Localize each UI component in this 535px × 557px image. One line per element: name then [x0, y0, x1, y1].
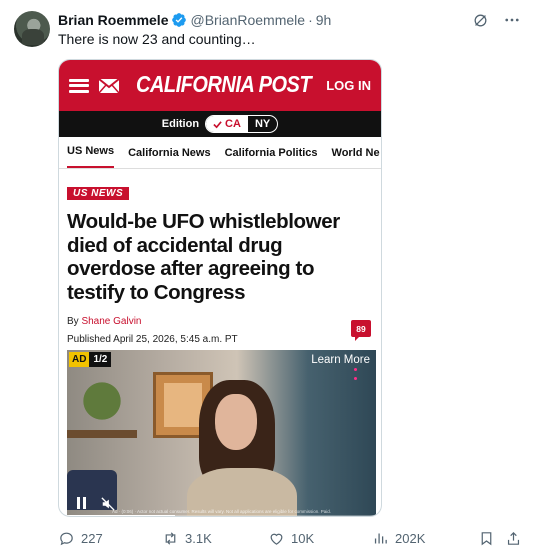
timestamp[interactable]: 9h	[316, 12, 332, 28]
section-tag: US NEWS	[67, 187, 130, 200]
ad-counter: 1/2	[89, 352, 112, 367]
ad-progress-fill	[67, 515, 176, 516]
edition-ca-label: CA	[225, 118, 241, 130]
reply-button[interactable]: 227	[58, 528, 103, 548]
site-logo: CALIFORNIA POST	[136, 72, 312, 98]
login-link: LOG IN	[326, 78, 371, 93]
reply-icon	[60, 532, 73, 545]
tweet-header: Brian Roemmele @BrianRoemmele · 9h	[58, 11, 521, 29]
views-icon	[374, 533, 387, 543]
edition-toggle: CA NY	[205, 115, 279, 133]
byline-prefix: By	[67, 316, 79, 327]
site-header: CALIFORNIA POST LOG IN	[59, 60, 381, 111]
ad-progress-bar	[67, 515, 376, 516]
ad-label: AD 1/2	[69, 352, 112, 367]
avatar[interactable]	[14, 11, 50, 47]
nav-item-world-news: World Ne	[331, 146, 380, 159]
share-icon	[507, 531, 520, 545]
retweet-count: 3.1K	[185, 530, 212, 546]
ad-scene-plant	[73, 372, 131, 430]
edition-option-ny: NY	[254, 118, 271, 130]
comment-count-badge: 89	[351, 320, 371, 341]
edition-label: Edition	[161, 118, 200, 130]
bookmark-icon	[481, 531, 492, 545]
ad-scene-shelf	[67, 430, 137, 438]
like-icon	[270, 533, 283, 545]
retweet-button[interactable]: 3.1K	[162, 528, 212, 548]
like-count: 10K	[291, 530, 315, 546]
check-icon	[213, 120, 222, 128]
reply-count: 227	[81, 530, 103, 546]
byline-author: Shane Galvin	[81, 316, 142, 327]
views-count: 202K	[395, 530, 426, 546]
retweet-icon	[165, 531, 176, 545]
nav-item-us-news: US News	[67, 137, 115, 168]
tweet-text: There is now 23 and counting…	[58, 31, 256, 47]
ad-scene-person	[187, 380, 297, 516]
nav-item-california-news: California News	[128, 146, 211, 159]
tweet-actions: 227 3.1K 10K 202K	[58, 528, 523, 548]
site-nav: US News California News California Polit…	[59, 137, 381, 169]
ad-tag: AD	[69, 352, 90, 367]
author-handle[interactable]: @BrianRoemmele	[190, 12, 305, 28]
mail-icon	[98, 77, 120, 93]
edition-bar: Edition CA NY	[59, 111, 381, 137]
author-name[interactable]: Brian Roemmele	[58, 12, 168, 28]
more-icon[interactable]	[503, 11, 521, 29]
hamburger-icon	[69, 78, 89, 93]
grok-icon[interactable]	[471, 11, 489, 29]
byline: By Shane Galvin	[67, 316, 373, 327]
bookmark-button[interactable]	[478, 528, 495, 548]
published-date: Published April 25, 2026, 5:45 a.m. PT	[67, 334, 238, 345]
nav-item-california-politics: California Politics	[224, 146, 318, 159]
tweet-media-screenshot[interactable]: CALIFORNIA POST LOG IN Edition CA NY US …	[58, 59, 382, 517]
article-headline: Would-be UFO whistleblower died of accid…	[67, 210, 340, 304]
separator: ·	[308, 12, 313, 28]
share-button[interactable]	[505, 528, 522, 548]
ad-fineprint: Ad · (0:06) · Actor not actual consumer.…	[111, 509, 331, 514]
edition-option-ca: CA	[206, 116, 248, 132]
verified-badge-icon	[172, 13, 187, 27]
like-button[interactable]: 10K	[268, 528, 314, 548]
learn-more-link: Learn More	[311, 354, 370, 366]
video-ad: AD 1/2 Learn More Ad · (0:06) · Actor no…	[67, 350, 376, 516]
views-button[interactable]: 202K	[372, 528, 425, 548]
article: US NEWS Would-be UFO whistleblower died …	[59, 169, 381, 345]
